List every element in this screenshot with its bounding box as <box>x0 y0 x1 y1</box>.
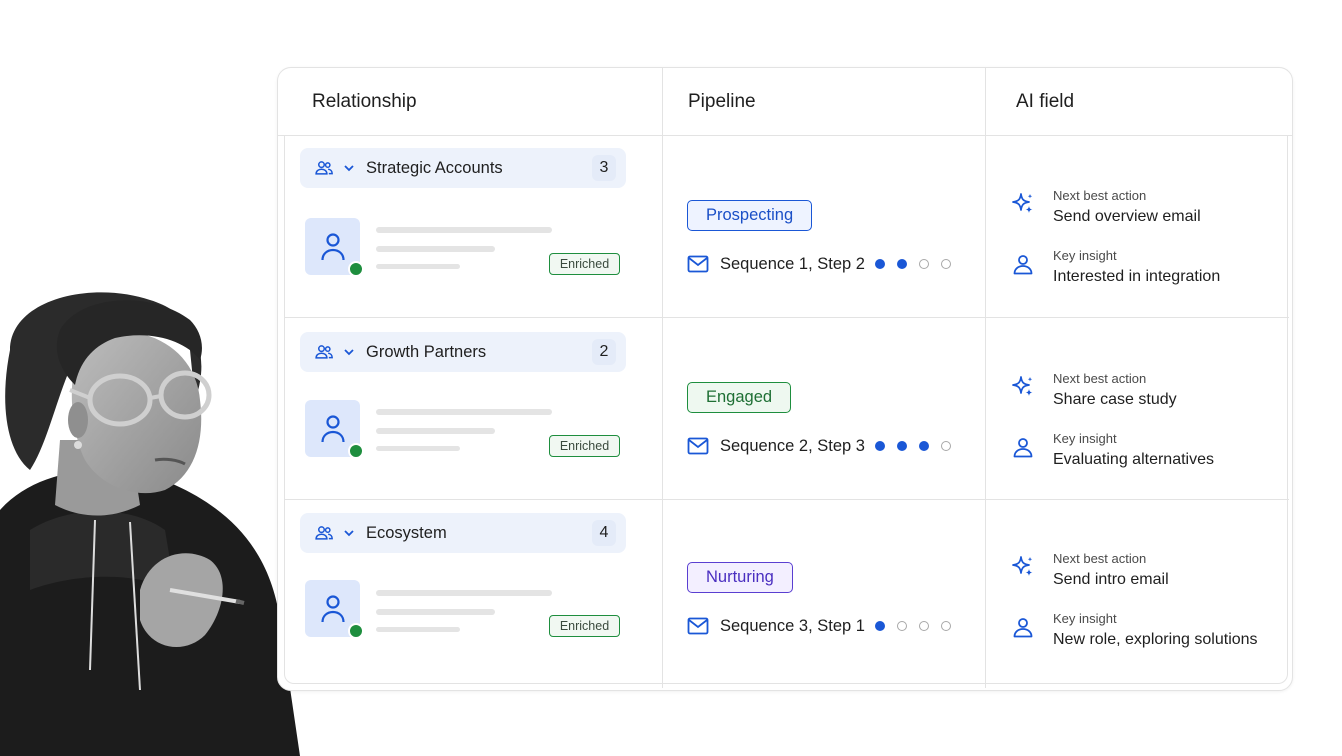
person-outline-icon <box>1013 255 1033 275</box>
ai-value: Send overview email <box>1053 208 1201 225</box>
sparkle-icon <box>1012 376 1033 396</box>
ai-value: Share case study <box>1053 391 1177 408</box>
step-dot-pending <box>919 259 929 269</box>
enriched-badge: Enriched <box>549 435 620 457</box>
next-best-action[interactable]: Next best action Send overview email <box>1011 188 1281 232</box>
mail-icon <box>687 437 709 455</box>
table-row[interactable]: Ecosystem 4 Enriched Nurturing Sequence … <box>285 500 1289 682</box>
table-row[interactable]: Strategic Accounts 3 Enriched Prospectin… <box>285 136 1289 318</box>
sequence-step: Sequence 1, Step 2 <box>720 254 865 273</box>
group-name: Growth Partners <box>366 342 487 361</box>
ai-label: Next best action <box>1053 188 1147 203</box>
placeholder-line <box>376 409 552 415</box>
group-header-strategic-accounts[interactable]: Strategic Accounts 3 <box>300 148 626 188</box>
avatar[interactable] <box>305 400 364 459</box>
step-dot-complete <box>897 259 907 269</box>
placeholder-line <box>376 609 495 615</box>
group-header-ecosystem[interactable]: Ecosystem 4 <box>300 513 626 553</box>
table-header: Relationship Pipeline AI field <box>278 68 1292 136</box>
group-count: 4 <box>592 520 616 546</box>
people-icon <box>315 345 333 359</box>
table-row[interactable]: Growth Partners 2 Enriched Engaged Seque… <box>285 318 1289 500</box>
step-progress <box>875 621 951 631</box>
ai-label: Next best action <box>1053 551 1147 566</box>
sequence-step: Sequence 3, Step 1 <box>720 616 865 635</box>
placeholder-line <box>376 264 460 269</box>
person-icon <box>320 594 345 622</box>
step-progress <box>875 259 951 269</box>
ai-value: Evaluating alternatives <box>1053 451 1214 468</box>
stage-badge[interactable]: Nurturing <box>687 562 793 593</box>
next-best-action[interactable]: Next best action Send intro email <box>1011 551 1281 595</box>
chevron-down-icon[interactable] <box>342 526 356 540</box>
column-header-pipeline[interactable]: Pipeline <box>688 68 756 136</box>
person-icon <box>320 232 345 260</box>
placeholder-line <box>376 428 495 434</box>
placeholder-line <box>376 246 495 252</box>
avatar[interactable] <box>305 218 364 277</box>
ai-label: Key insight <box>1053 248 1117 263</box>
key-insight[interactable]: Key insight Interested in integration <box>1011 248 1281 292</box>
sparkle-icon <box>1012 556 1033 576</box>
sequence-info[interactable]: Sequence 3, Step 1 <box>687 614 951 638</box>
mail-icon <box>687 255 709 273</box>
group-header-growth-partners[interactable]: Growth Partners 2 <box>300 332 626 372</box>
group-count: 2 <box>592 339 616 365</box>
online-dot <box>348 623 364 639</box>
stage-badge[interactable]: Prospecting <box>687 200 813 231</box>
ai-label: Key insight <box>1053 431 1117 446</box>
chevron-down-icon[interactable] <box>342 345 356 359</box>
sequence-info[interactable]: Sequence 2, Step 3 <box>687 434 951 458</box>
column-header-relationship[interactable]: Relationship <box>312 68 417 136</box>
person-outline-icon <box>1013 438 1033 458</box>
placeholder-line <box>376 227 552 233</box>
group-count: 3 <box>592 155 616 181</box>
step-dot-pending <box>941 441 951 451</box>
step-dot-pending <box>941 621 951 631</box>
table-body: Strategic Accounts 3 Enriched Prospectin… <box>284 136 1289 684</box>
ai-value: Interested in integration <box>1053 268 1221 285</box>
avatar[interactable] <box>305 580 364 639</box>
step-dot-complete <box>919 441 929 451</box>
next-best-action[interactable]: Next best action Share case study <box>1011 371 1281 415</box>
step-dot-complete <box>875 621 885 631</box>
key-insight[interactable]: Key insight Evaluating alternatives <box>1011 431 1281 475</box>
people-icon <box>315 526 333 540</box>
enriched-badge: Enriched <box>549 253 620 275</box>
step-dot-pending <box>941 259 951 269</box>
sequence-step: Sequence 2, Step 3 <box>720 436 865 455</box>
group-name: Strategic Accounts <box>366 158 503 177</box>
person-icon <box>320 414 345 442</box>
step-dot-complete <box>875 259 885 269</box>
group-name: Ecosystem <box>366 523 447 542</box>
stage-badge[interactable]: Engaged <box>687 382 792 413</box>
key-insight[interactable]: Key insight New role, exploring solution… <box>1011 611 1281 655</box>
step-dot-pending <box>919 621 929 631</box>
placeholder-line <box>376 446 460 451</box>
step-dot-complete <box>897 441 907 451</box>
online-dot <box>348 443 364 459</box>
sparkle-icon <box>1012 193 1033 213</box>
ai-label: Key insight <box>1053 611 1117 626</box>
sequence-info[interactable]: Sequence 1, Step 2 <box>687 252 951 276</box>
step-dot-pending <box>897 621 907 631</box>
column-header-ai-field[interactable]: AI field <box>1016 68 1074 136</box>
placeholder-line <box>376 590 552 596</box>
enriched-badge: Enriched <box>549 615 620 637</box>
chevron-down-icon[interactable] <box>342 161 356 175</box>
pipeline-table: Relationship Pipeline AI field Strategic… <box>277 67 1293 691</box>
ai-label: Next best action <box>1053 371 1147 386</box>
person-outline-icon <box>1013 618 1033 638</box>
placeholder-line <box>376 627 460 632</box>
step-progress <box>875 441 951 451</box>
ai-value: New role, exploring solutions <box>1053 631 1258 648</box>
online-dot <box>348 261 364 277</box>
ai-value: Send intro email <box>1053 571 1169 588</box>
mail-icon <box>687 617 709 635</box>
people-icon <box>315 161 333 175</box>
step-dot-complete <box>875 441 885 451</box>
